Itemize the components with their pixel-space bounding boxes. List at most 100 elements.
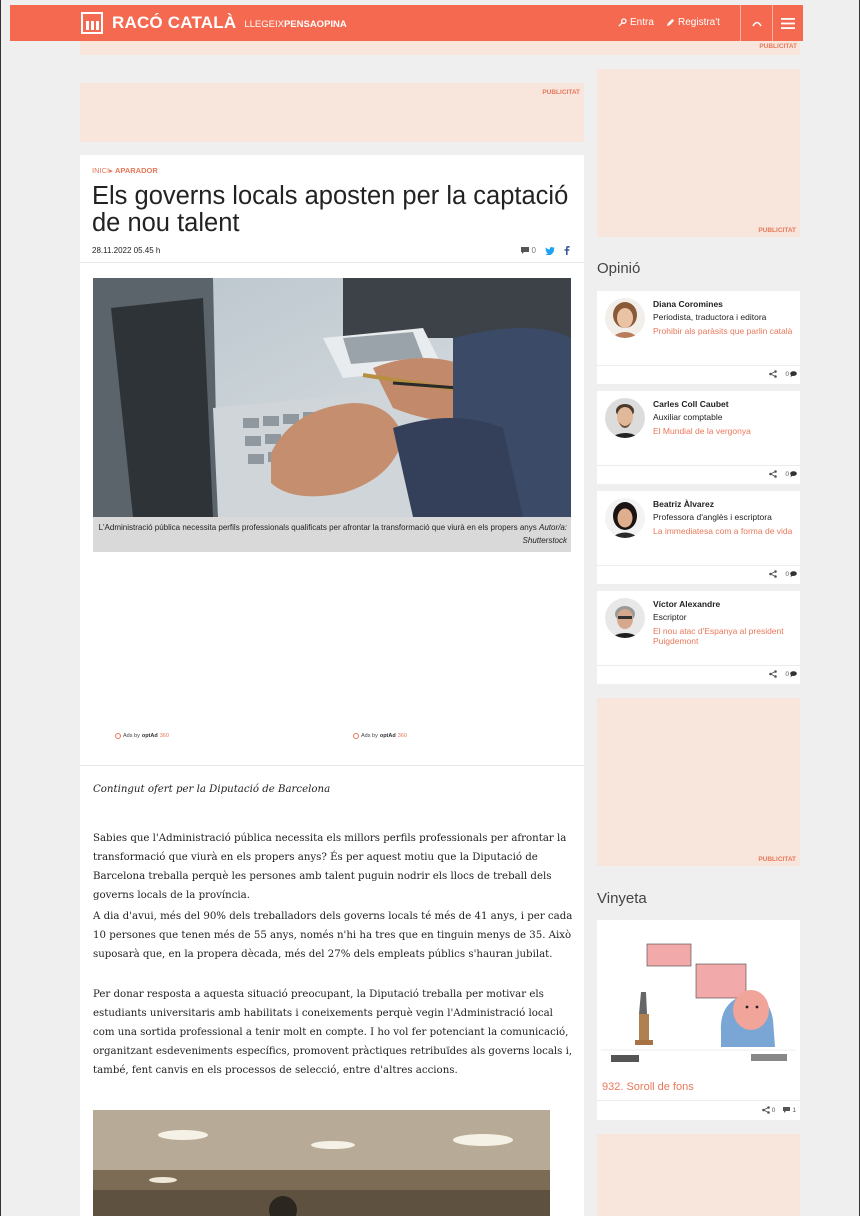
site-tagline: LLEGEIXPENSAOPINA [244,19,347,30]
ads-by-label: Ads by [123,733,140,739]
logo-icon[interactable] [81,12,103,34]
breadcrumb: INICI▸ APARADOR [92,166,158,175]
vinyeta-heading: Vinyeta [597,890,647,907]
share-icon[interactable] [769,370,778,378]
divider [597,365,800,366]
image-caption: L'Administració pública necessita perfil… [93,517,571,552]
cartoon-image[interactable] [601,922,796,1065]
ads-by-suffix: 360 [397,733,407,739]
opinion-link[interactable]: El nou atac d'Espanya al president Puigd… [653,626,793,646]
site-header: RACÓ CATALÀ LLEGEIXPENSAOPINA Entra Regi… [10,5,803,41]
site-brand[interactable]: RACÓ CATALÀ [112,13,236,33]
cartoon-title[interactable]: 932. Soroll de fons [602,1081,694,1093]
article-paragraph: Per donar resposta a aquesta situació pr… [93,989,573,1076]
share-count: 0 [771,1106,776,1114]
ad-label: PUBLICITAT [759,43,797,50]
ad-label: PUBLICITAT [542,89,580,96]
opinion-card[interactable]: Carles Coll Caubet Auxiliar comptable El… [597,391,800,484]
comments-counter[interactable]: 0 [520,246,536,255]
caption-text: L'Administració pública necessita perfil… [98,523,537,532]
opinion-card[interactable]: Beatriz Àlvarez Professora d'anglès i es… [597,491,800,584]
comments-count: 0 [785,370,789,378]
comment-icon [790,371,797,377]
login-link[interactable]: Entra [618,17,654,28]
breadcrumb-section[interactable]: APARADOR [115,166,158,175]
cartoon-card[interactable]: 932. Soroll de fons 0 1 [597,920,800,1120]
card-actions: 0 1 [761,1106,796,1114]
ads-by-brand: optAd [141,733,158,739]
register-link[interactable]: Registra't [666,17,720,28]
divider [80,262,584,263]
twitter-icon[interactable] [545,246,555,255]
ad-sidebar-middle[interactable]: PUBLICITAT [597,698,800,866]
author-name[interactable]: Víctor Alexandre [653,599,720,609]
hamburger-menu-button[interactable] [774,5,802,41]
share-icon[interactable] [769,570,778,578]
office-ceiling-photo [93,1110,550,1216]
facebook-icon[interactable] [564,246,570,255]
opinion-link[interactable]: Prohibir als paràsits que parlin català [653,326,793,336]
comments-count: 0 [785,570,789,578]
optad-logo-icon [115,733,121,739]
header-divider [740,5,741,41]
comments-counter[interactable]: 0 [785,371,797,378]
comment-icon [790,571,797,577]
comment-icon [790,671,797,677]
divider [597,665,800,666]
share-counter[interactable]: 0 [761,1106,776,1114]
author-name[interactable]: Diana Coromines [653,299,723,309]
user-menu-button[interactable] [743,5,771,41]
comments-counter[interactable]: 0 [785,671,797,678]
author-role: Auxiliar comptable [653,412,723,422]
author-name[interactable]: Beatriz Àlvarez [653,499,714,509]
divider [597,465,800,466]
opinion-card[interactable]: Diana Coromines Periodista, traductora i… [597,291,800,384]
author-name[interactable]: Carles Coll Caubet [653,399,729,409]
chevron-up-icon [752,21,762,27]
comments-counter[interactable]: 0 [785,571,797,578]
comments-counter[interactable]: 0 [785,471,797,478]
window-border-left [0,0,1,1216]
ad-sidebar-top[interactable]: PUBLICITAT [597,69,800,237]
register-label: Registra't [678,17,720,28]
comments-count: 0 [531,246,536,255]
opinion-link[interactable]: El Mundial de la vergonya [653,426,793,436]
opinion-card[interactable]: Víctor Alexandre Escriptor El nou atac d… [597,591,800,684]
sponsor-note: Contingut ofert per la Diputació de Barc… [93,784,331,795]
ads-by-brand: optAd [379,733,396,739]
comments-counter[interactable]: 1 [783,1107,796,1114]
hamburger-icon [781,17,795,29]
card-actions: 0 [769,570,797,578]
comments-count: 0 [785,470,789,478]
top-ad-banner[interactable]: PUBLICITAT [80,41,800,55]
share-icon[interactable] [769,470,778,478]
opinio-heading: Opinió [597,260,641,277]
opinion-link[interactable]: La immediatesa com a forma de vida [653,526,793,536]
comments-count: 0 [785,670,789,678]
comment-icon [790,471,797,477]
article-paragraph: A dia d'avui, més del 90% dels treballad… [93,911,573,960]
ads-by-suffix: 360 [159,733,169,739]
avatar [605,298,645,338]
article-secondary-image [93,1110,550,1216]
pencil-icon [666,18,675,27]
share-icon[interactable] [769,670,778,678]
ads-by-optad-right[interactable]: Ads by optAd 360 [353,733,407,739]
article-title: Els governs locals aposten per la captac… [92,182,569,237]
breadcrumb-home[interactable]: INICI [92,166,109,175]
article-date: 28.11.2022 05.45 h [92,246,161,255]
author-role: Periodista, traductora i editora [653,312,767,322]
ad-label: PUBLICITAT [758,227,796,234]
ad-banner-article-top[interactable]: PUBLICITAT [80,83,584,142]
divider [597,565,800,566]
ads-by-optad-left[interactable]: Ads by optAd 360 [115,733,169,739]
comment-icon [520,247,529,254]
avatar [605,398,645,438]
divider [597,1100,800,1101]
card-actions: 0 [769,470,797,478]
ad-sidebar-bottom[interactable] [597,1134,800,1216]
article-card: INICI▸ APARADOR Els governs locals apost… [80,155,584,1216]
comment-icon [783,1107,791,1113]
author-role: Escriptor [653,612,687,622]
share-bar: 0 [520,246,570,255]
